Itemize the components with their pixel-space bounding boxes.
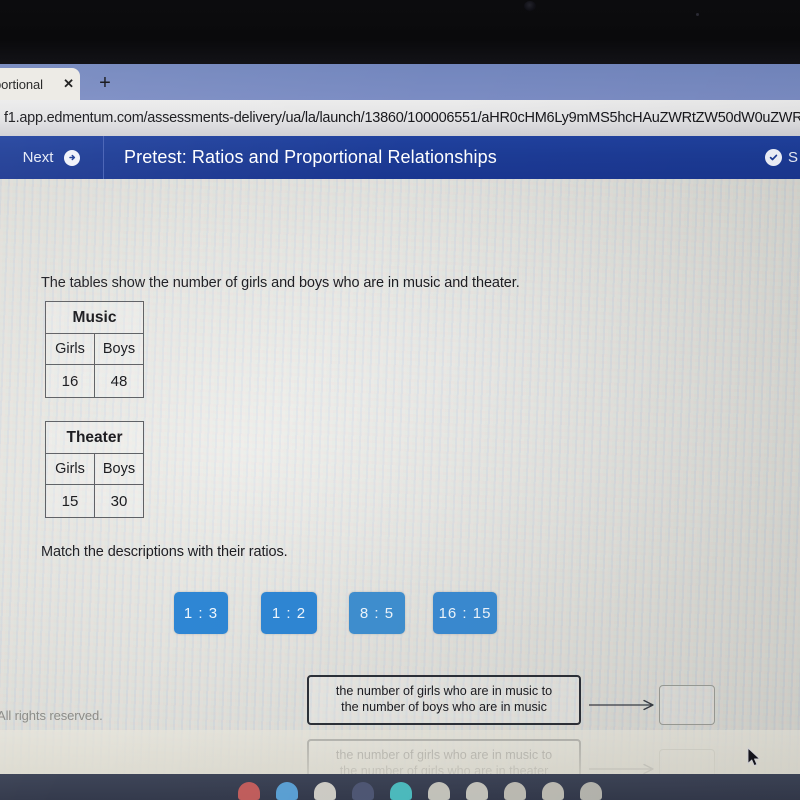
footer-copyright: All rights reserved. [0,708,103,723]
music-table-value-girls: 16 [45,364,95,398]
description-box[interactable]: the number of girls who are in music to … [307,675,581,725]
theater-table-header-girls: Girls [45,453,95,485]
match-instruction: Match the descriptions with their ratios… [41,544,288,560]
taskbar-app-icon[interactable] [504,782,526,800]
theater-table-value-boys: 30 [94,484,144,518]
question-prompt: The tables show the number of girls and … [41,275,520,291]
plus-icon[interactable]: + [92,71,118,95]
browser-tab[interactable]: portional ✕ [0,68,80,100]
theater-table-value-girls: 15 [45,484,95,518]
browser-window: portional ✕ + f1.app.edmentum.com/assess… [0,64,800,774]
save-status[interactable]: S [765,136,800,179]
browser-tab-title: portional [0,76,43,92]
laptop-bezel [0,0,800,66]
assessment-content: The tables show the number of girls and … [0,179,800,774]
browser-tabstrip: portional ✕ + [0,64,800,100]
theater-table: Theater Girls Boys 15 30 [45,421,144,518]
save-label: S [788,149,798,166]
taskbar-app-icon[interactable] [428,782,450,800]
taskbar-app-icon[interactable] [276,782,298,800]
taskbar-app-icon[interactable] [390,782,412,800]
taskbar-app-icon[interactable] [352,782,374,800]
ratio-tile[interactable]: 1 : 3 [174,592,228,634]
laptop-screen-photo: portional ✕ + f1.app.edmentum.com/assess… [0,0,800,800]
taskbar-app-icon[interactable] [238,782,260,800]
bezel-indicator-dot [696,13,699,16]
description-line-2: the number of boys who are in music [341,700,547,714]
music-table-title: Music [45,301,144,334]
webcam-icon [524,1,536,11]
taskbar-app-icon[interactable] [314,782,336,800]
footer-band [0,730,800,774]
arrow-connector-icon [589,699,661,711]
page-title: Pretest: Ratios and Proportional Relatio… [124,147,497,167]
ratio-tile[interactable]: 8 : 5 [349,592,405,634]
music-table-header-boys: Boys [94,333,144,365]
theater-table-title: Theater [45,421,144,454]
check-circle-icon [765,149,782,166]
music-table-value-boys: 48 [94,364,144,398]
arrow-right-circle-icon [64,149,81,166]
browser-address-bar[interactable]: f1.app.edmentum.com/assessments-delivery… [0,100,800,136]
next-button[interactable]: Next [0,136,104,179]
assessment-header: Next Pretest: Ratios and Proportional Re… [0,136,800,179]
next-button-label: Next [22,149,54,166]
taskbar-app-icon[interactable] [580,782,602,800]
url-text: f1.app.edmentum.com/assessments-delivery… [4,110,800,126]
taskbar-app-icon[interactable] [542,782,564,800]
ratio-tile[interactable]: 16 : 15 [433,592,497,634]
os-taskbar [0,774,800,800]
answer-drop-target[interactable] [659,685,715,725]
close-icon[interactable]: ✕ [59,76,74,92]
description-line-1: the number of girls who are in music to [335,684,553,699]
theater-table-header-boys: Boys [94,453,144,485]
ratio-tile-tray: 1 : 3 1 : 2 8 : 5 16 : 15 [0,592,800,642]
music-table-header-girls: Girls [45,333,95,365]
ratio-tile[interactable]: 1 : 2 [261,592,317,634]
taskbar-app-icon[interactable] [466,782,488,800]
music-table: Music Girls Boys 16 48 [45,301,144,398]
mouse-cursor [747,747,763,769]
